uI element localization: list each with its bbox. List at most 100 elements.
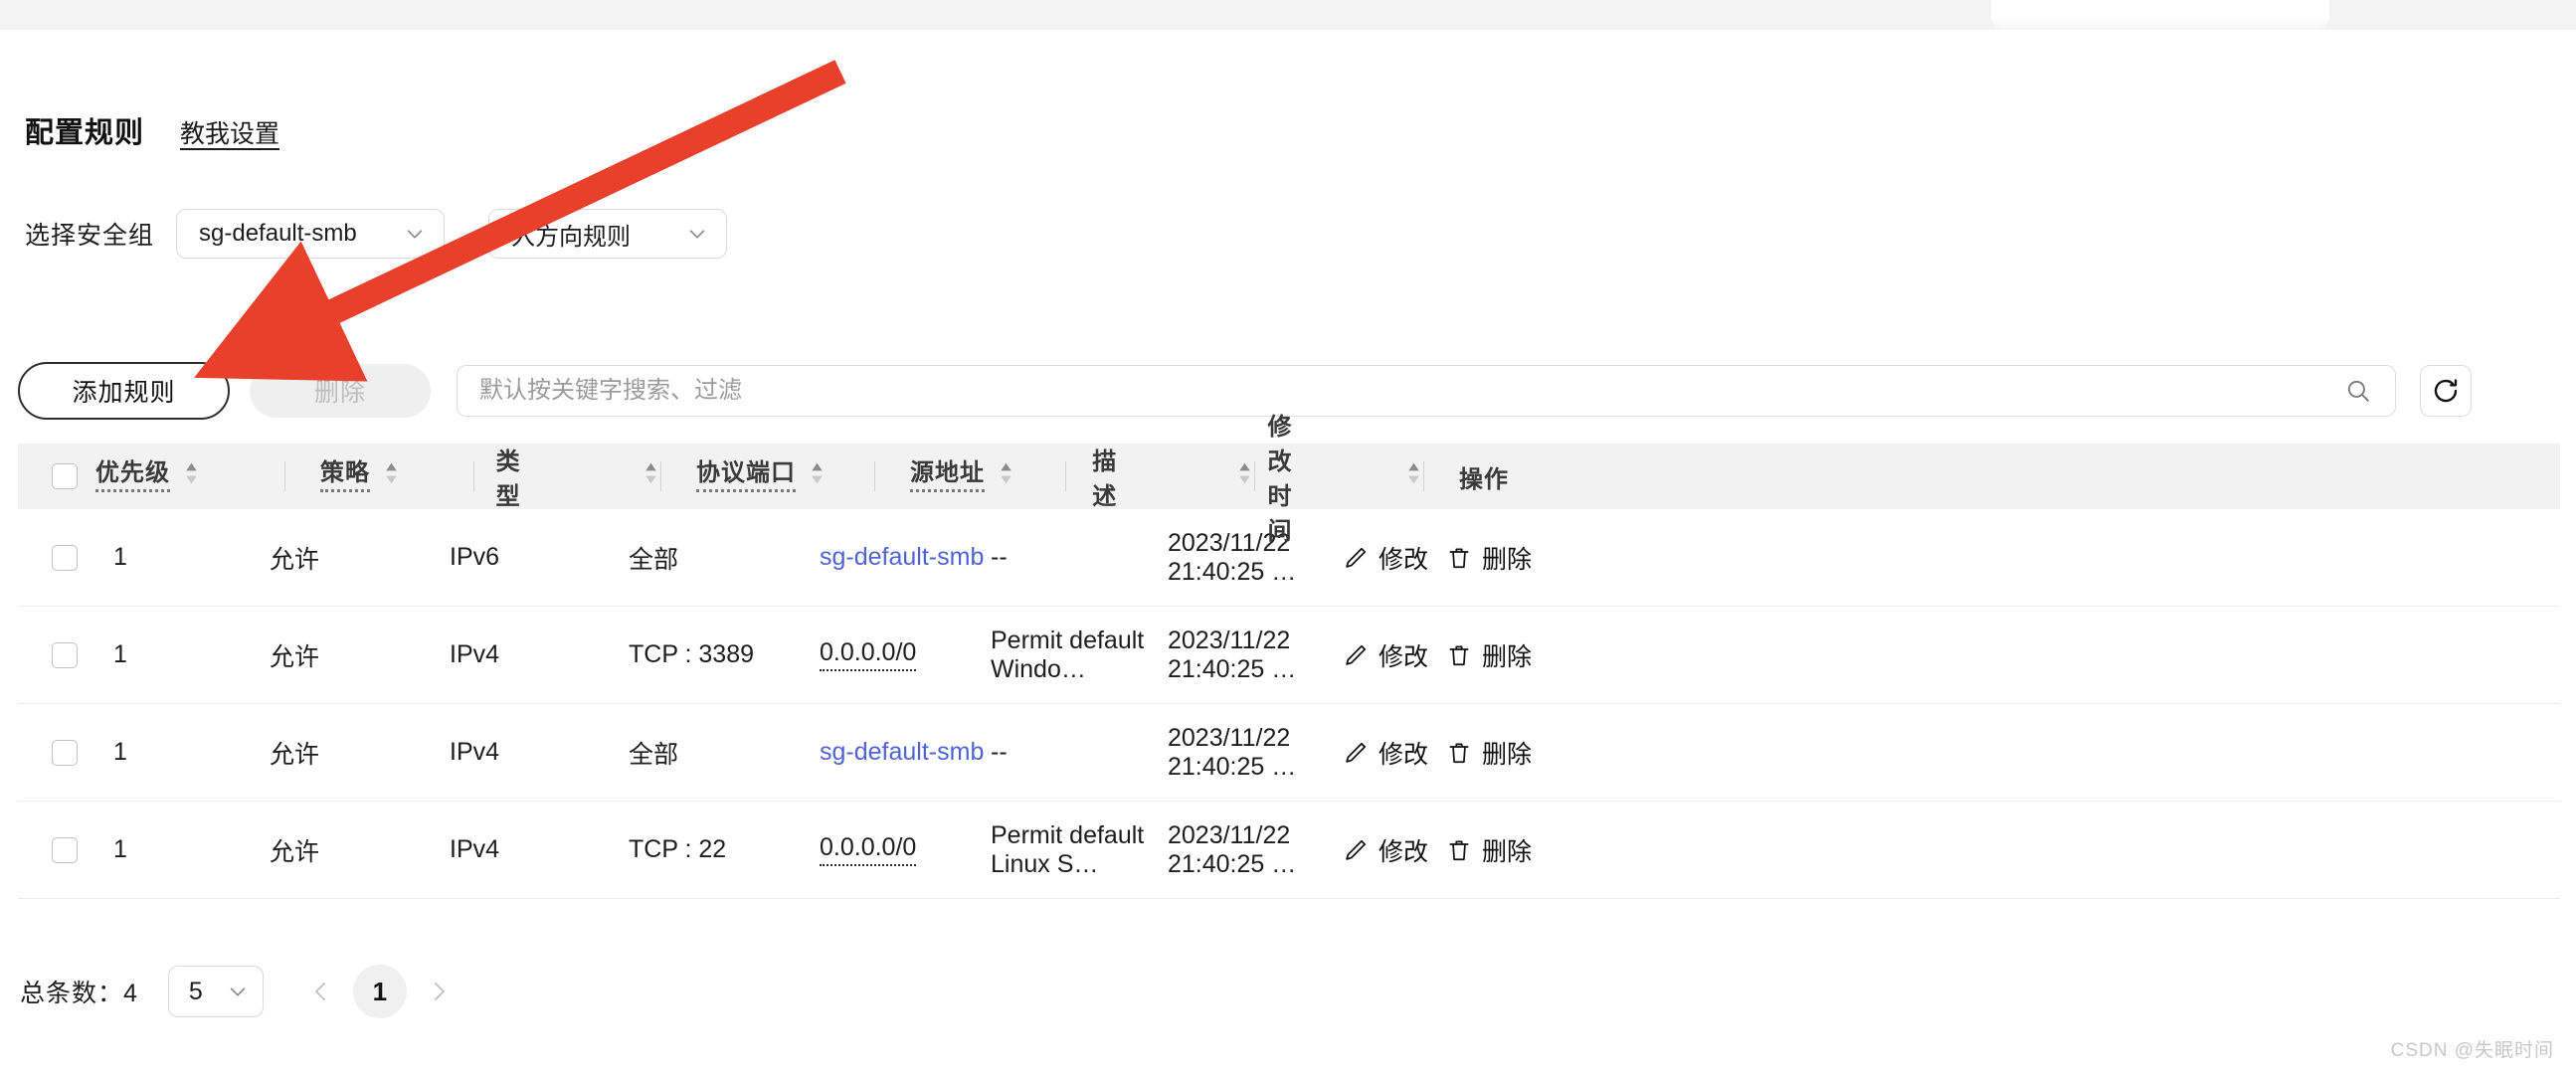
table-header-row: 优先级 策略 类型 协议端口 源地址 描述 修改时间 操作: [18, 414, 2560, 545]
watermark: CSDN @失眠时间: [2390, 1040, 2554, 1061]
sort-arrows-icon[interactable]: [382, 460, 401, 493]
column-header-policy[interactable]: 策略: [284, 444, 473, 509]
edit-action[interactable]: 修改: [1343, 735, 1428, 771]
cell-port: TCP : 3389: [629, 640, 755, 668]
delete-label: 删除: [1482, 740, 1533, 769]
delete-action[interactable]: 删除: [1446, 637, 1532, 673]
direction-select[interactable]: 入方向规则: [488, 209, 728, 259]
search-icon[interactable]: [2345, 378, 2371, 404]
delete-label: 删除: [1482, 642, 1533, 671]
row-checkbox[interactable]: [52, 641, 78, 668]
chevron-down-icon: [407, 230, 423, 239]
cell-actions: 修改 删除: [1343, 704, 1532, 801]
cell-description: Permit default Windo…: [991, 626, 1145, 683]
delete-action[interactable]: 删除: [1446, 832, 1532, 868]
trash-icon: [1449, 644, 1469, 665]
cell-policy: 允许: [270, 837, 320, 866]
source-link[interactable]: sg-default-smb: [820, 738, 984, 767]
row-checkbox[interactable]: [52, 836, 78, 863]
cell-policy: 允许: [270, 740, 320, 769]
prev-page-button[interactable]: [305, 976, 337, 1007]
delete-action[interactable]: 删除: [1446, 735, 1532, 771]
sort-arrows-icon[interactable]: [808, 460, 827, 493]
pencil-icon: [1346, 839, 1367, 860]
page-number-1[interactable]: 1: [352, 965, 407, 1018]
column-label: 优先级: [95, 460, 170, 492]
page-content: 配置规则 教我设置 选择安全组 sg-default-smb 入方向规则 添加规…: [0, 30, 2576, 1076]
pagination: 1: [305, 965, 455, 1018]
source-value[interactable]: 0.0.0.0/0: [820, 833, 917, 866]
column-header-type[interactable]: 类型: [473, 444, 660, 510]
table-body: 1 允许 IPv6 全部 sg-default-smb -- 2023/11/2…: [18, 509, 2560, 899]
edit-action[interactable]: 修改: [1343, 832, 1428, 868]
edit-label: 修改: [1379, 837, 1429, 866]
browser-top-strip: [0, 0, 2576, 30]
column-header-modified[interactable]: 修改时间: [1254, 414, 1423, 545]
column-label: 策略: [320, 460, 370, 492]
cell-policy: 允许: [270, 642, 320, 671]
cell-priority: 1: [113, 738, 127, 766]
table-row[interactable]: 1 允许 IPv4 TCP : 22 0.0.0.0/0 Permit defa…: [18, 802, 2560, 899]
sort-arrows-icon[interactable]: [1404, 460, 1423, 493]
select-all-checkbox[interactable]: [52, 463, 78, 489]
search-box[interactable]: [457, 365, 2396, 417]
cell-source[interactable]: sg-default-smb: [820, 509, 991, 606]
table-toolbar: 添加规则 删除: [18, 362, 2472, 420]
edit-label: 修改: [1379, 545, 1429, 574]
column-header-port[interactable]: 协议端口: [660, 444, 874, 509]
column-label: 源地址: [910, 460, 985, 492]
cell-source[interactable]: sg-default-smb: [820, 704, 991, 801]
cell-priority: 1: [113, 640, 127, 668]
cell-modified: 2023/11/22 21:40:25 …: [1168, 626, 1297, 683]
pencil-icon: [1346, 742, 1367, 763]
page-size-select[interactable]: 5: [167, 966, 264, 1017]
help-link[interactable]: 教我设置: [180, 114, 279, 150]
row-checkbox[interactable]: [52, 739, 78, 766]
column-header-description[interactable]: 描述: [1065, 444, 1254, 510]
source-link[interactable]: sg-default-smb: [820, 543, 984, 572]
refresh-button[interactable]: [2420, 365, 2472, 417]
browser-tab-nub: [1991, 0, 2329, 30]
add-rule-button[interactable]: 添加规则: [18, 362, 230, 420]
trash-icon: [1449, 742, 1469, 763]
cell-modified: 2023/11/22 21:40:25 …: [1168, 820, 1297, 878]
search-input[interactable]: [458, 366, 2395, 416]
cell-source[interactable]: 0.0.0.0/0: [820, 802, 991, 898]
cell-actions: 修改 删除: [1343, 802, 1532, 898]
security-group-value: sg-default-smb: [199, 220, 357, 247]
cell-source[interactable]: 0.0.0.0/0: [820, 607, 991, 703]
cell-priority: 1: [113, 543, 127, 571]
delete-action[interactable]: 删除: [1446, 540, 1532, 576]
security-group-select[interactable]: sg-default-smb: [176, 209, 446, 259]
cell-port: TCP : 22: [629, 835, 727, 863]
column-label: 协议端口: [696, 460, 796, 492]
sort-arrows-icon[interactable]: [182, 460, 201, 493]
next-page-button[interactable]: [423, 976, 455, 1007]
table-row[interactable]: 1 允许 IPv4 全部 sg-default-smb -- 2023/11/2…: [18, 704, 2560, 802]
table-row[interactable]: 1 允许 IPv4 TCP : 3389 0.0.0.0/0 Permit de…: [18, 607, 2560, 704]
edit-action[interactable]: 修改: [1343, 637, 1428, 673]
cell-policy: 允许: [270, 545, 320, 574]
chevron-left-icon: [314, 983, 325, 1000]
column-header-priority[interactable]: 优先级: [95, 444, 284, 509]
delete-button: 删除: [250, 364, 431, 418]
sort-arrows-icon[interactable]: [997, 460, 1015, 493]
column-label: 修改时间: [1267, 414, 1293, 545]
column-header-source[interactable]: 源地址: [874, 444, 1065, 509]
table-footer: 总条数：4 5 1: [20, 965, 455, 1018]
page-header: 配置规则 教我设置: [25, 109, 279, 151]
trash-icon: [1449, 547, 1469, 568]
sort-arrows-icon[interactable]: [642, 460, 660, 493]
edit-action[interactable]: 修改: [1343, 540, 1428, 576]
direction-value: 入方向规则: [511, 223, 632, 251]
column-header-actions: 操作: [1423, 444, 1543, 509]
refresh-icon: [2434, 379, 2458, 403]
row-checkbox[interactable]: [52, 544, 78, 571]
sort-arrows-icon[interactable]: [1235, 460, 1254, 493]
filter-bar: 选择安全组 sg-default-smb 入方向规则: [25, 209, 728, 259]
cell-modified: 2023/11/22 21:40:25 …: [1168, 723, 1297, 781]
source-value[interactable]: 0.0.0.0/0: [820, 638, 917, 671]
rules-table: 优先级 策略 类型 协议端口 源地址 描述 修改时间 操作 1 允许 IPv6 …: [18, 414, 2560, 899]
cell-type: IPv4: [450, 640, 500, 668]
page-title: 配置规则: [25, 117, 145, 149]
